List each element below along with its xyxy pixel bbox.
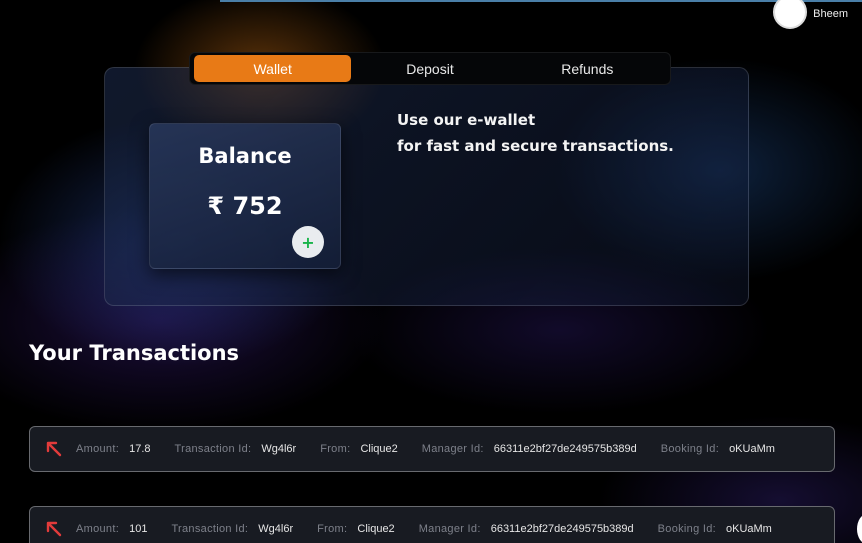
amount-value: 101 [129, 523, 148, 535]
transaction-row[interactable]: Amount: 101 Transaction Id: Wg4l6r From:… [29, 506, 835, 543]
chat-launcher-button[interactable] [857, 514, 862, 543]
arrow-up-left-icon [44, 519, 64, 539]
tab-refunds[interactable]: Refunds [509, 55, 666, 82]
transactions-title: Your Transactions [29, 341, 240, 365]
manager-id-label: Manager Id: [418, 523, 481, 535]
tab-deposit[interactable]: Deposit [351, 55, 508, 82]
transaction-id-value: Wg4l6r [261, 443, 297, 455]
amount-label: Amount: [76, 523, 120, 535]
from-value: Clique2 [357, 523, 395, 535]
from-value: Clique2 [360, 443, 398, 455]
promo-line-1: Use our e-wallet [397, 111, 536, 129]
transaction-id-value: Wg4l6r [258, 523, 294, 535]
top-progress-line [220, 0, 862, 2]
from-label: From: [317, 523, 348, 535]
tab-wallet[interactable]: Wallet [194, 55, 352, 82]
user-menu[interactable]: Bheem [773, 0, 848, 29]
amount-label: Amount: [76, 443, 120, 455]
booking-id-value: oKUaMm [729, 443, 775, 455]
wallet-tabs: Wallet Deposit Refunds [189, 52, 671, 85]
arrow-up-left-icon [44, 439, 64, 459]
wallet-promo-text: Use our e-wallet for fast and secure tra… [397, 107, 727, 159]
booking-id-label: Booking Id: [660, 443, 720, 455]
balance-title: Balance [198, 144, 292, 168]
from-label: From: [320, 443, 351, 455]
manager-id-label: Manager Id: [421, 443, 484, 455]
manager-id-value: 66311e2bf27de249575b389d [490, 523, 634, 535]
booking-id-label: Booking Id: [657, 523, 716, 535]
avatar[interactable] [773, 0, 808, 29]
amount-value: 17.8 [129, 443, 151, 455]
transaction-id-label: Transaction Id: [174, 443, 252, 455]
balance-value: ₹ 752 [207, 192, 283, 220]
transaction-row[interactable]: Amount: 17.8 Transaction Id: Wg4l6r From… [29, 426, 835, 472]
add-funds-button[interactable]: + [292, 226, 324, 258]
booking-id-value: oKUaMm [726, 523, 772, 535]
user-name: Bheem [813, 8, 848, 20]
manager-id-value: 66311e2bf27de249575b389d [493, 443, 637, 455]
promo-line-2: for fast and secure transactions. [397, 137, 674, 155]
balance-card: Balance ₹ 752 + [149, 123, 341, 269]
transaction-id-label: Transaction Id: [171, 523, 249, 535]
